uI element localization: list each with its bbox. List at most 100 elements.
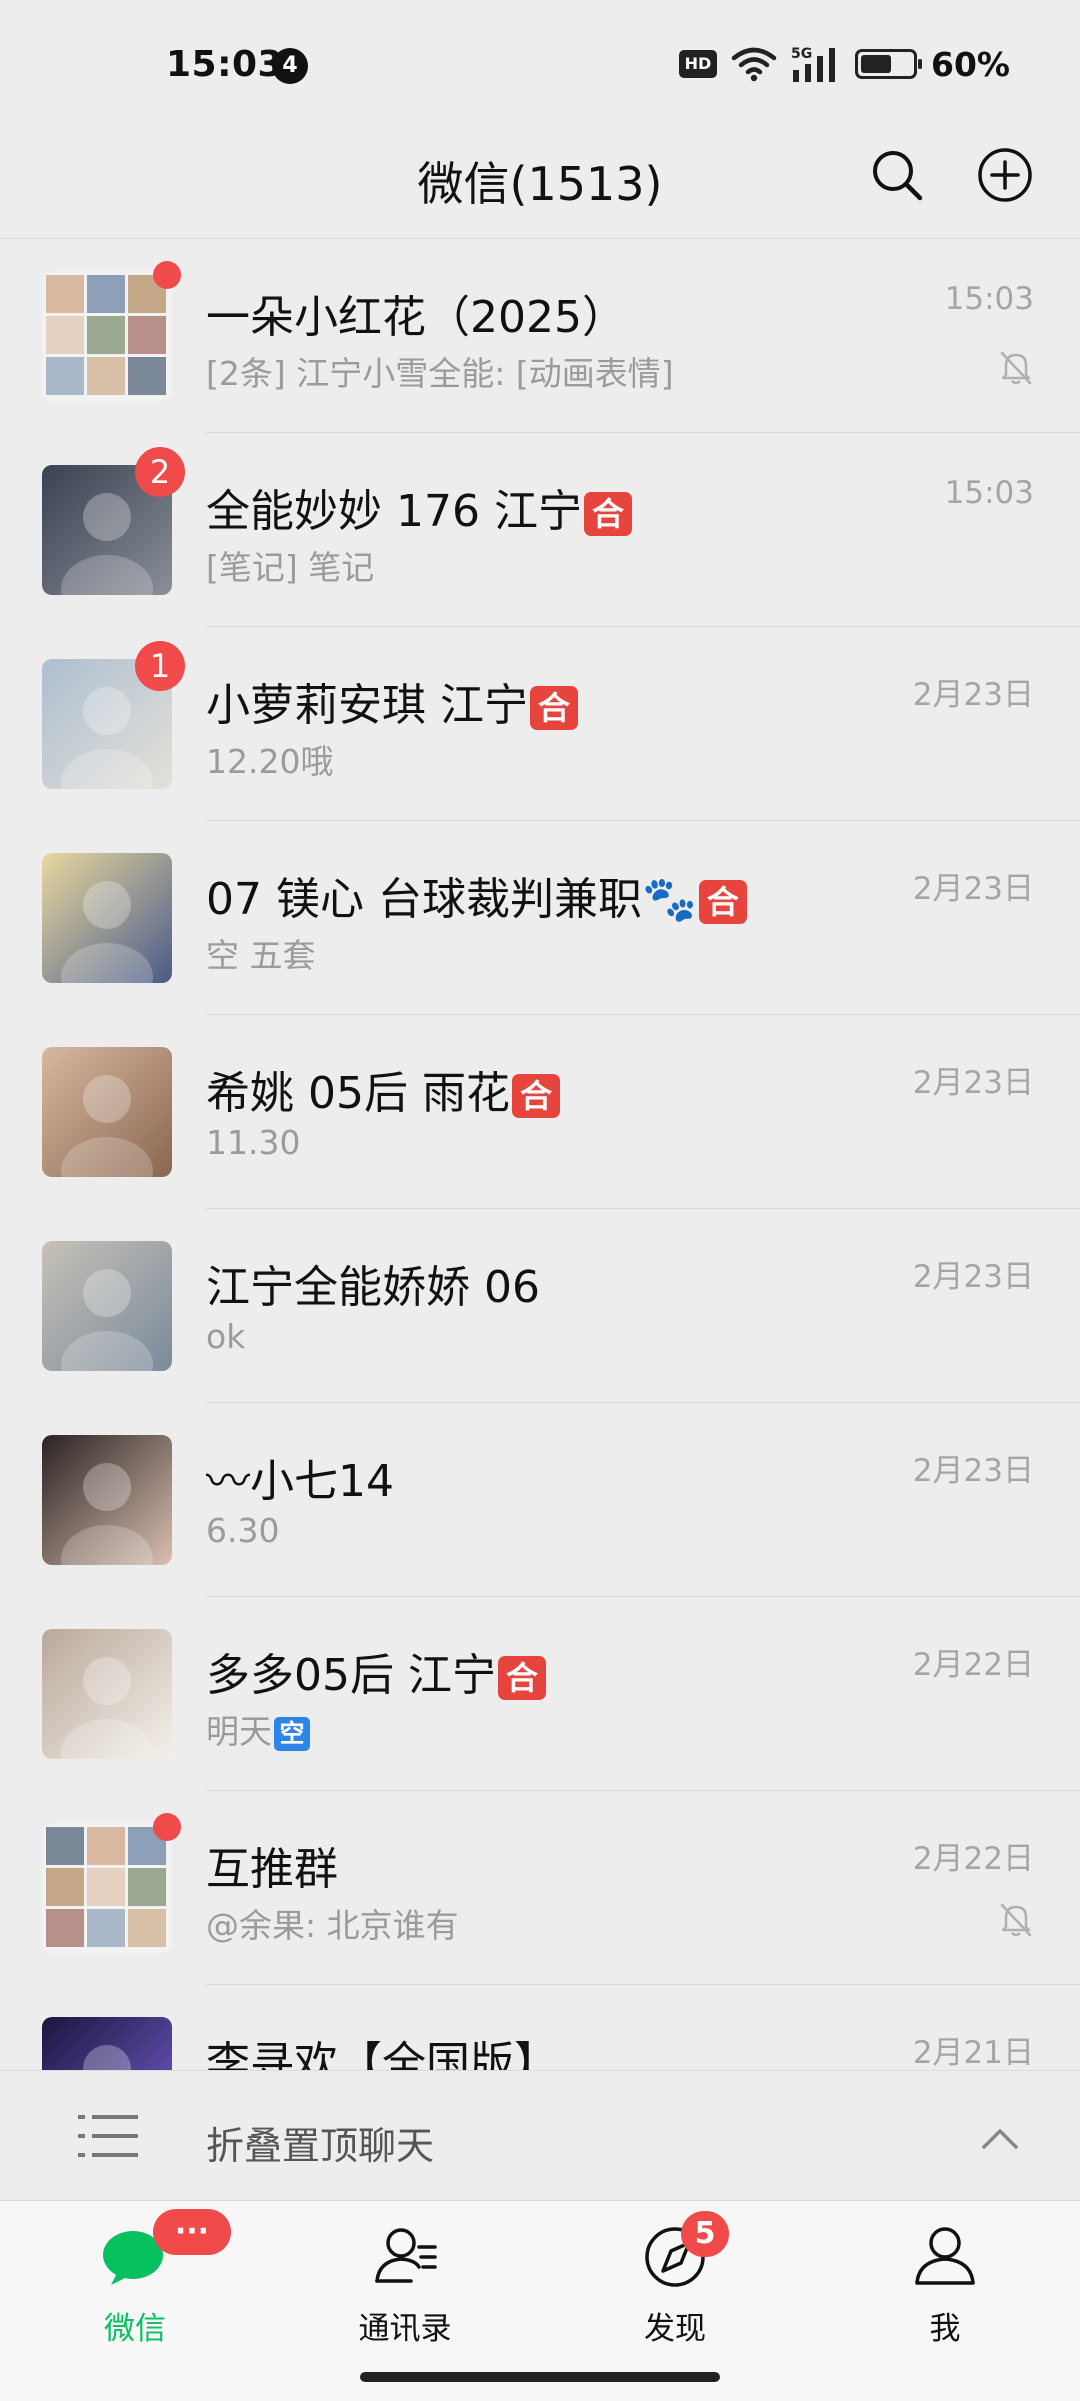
- fold-pinned-bar[interactable]: 折叠置顶聊天: [0, 2070, 1080, 2201]
- chat-row[interactable]: 一朵小红花（2025） [2条] 江宁小雪全能: [动画表情] 15:03: [0, 239, 1080, 433]
- unread-badge: 1: [135, 641, 185, 691]
- chat-name-text: 互推群: [206, 1844, 338, 1895]
- avatar[interactable]: [42, 2017, 172, 2071]
- he-emoji-tag: 合: [698, 880, 747, 924]
- chat-preview-text: 11.30: [206, 1123, 301, 1162]
- signal-5g-icon: 5G: [791, 46, 835, 82]
- status-icons: HD 5G 60%: [679, 42, 1010, 86]
- chat-preview-text: ok: [206, 1317, 246, 1356]
- tab-me[interactable]: 我: [855, 2219, 1035, 2347]
- chat-preview: [笔记] 笔记: [206, 541, 374, 589]
- avatar[interactable]: [42, 1241, 172, 1371]
- chat-preview-text: [笔记] 笔记: [206, 548, 375, 587]
- chat-preview-text: 6.30: [206, 1511, 280, 1550]
- chat-name: 李寻欢【全国版】: [206, 2027, 558, 2071]
- chat-row[interactable]: 2 全能妙妙 176 江宁合 [笔记] 笔记 15:03: [0, 433, 1080, 627]
- tab-contacts[interactable]: 通讯录: [315, 2219, 495, 2347]
- chat-time: 15:03: [944, 281, 1034, 317]
- chat-name-text: 多多05后 江宁: [206, 1650, 496, 1701]
- chat-preview: ok: [206, 1317, 245, 1356]
- he-emoji-tag: 合: [511, 1074, 560, 1118]
- chat-name: 江宁全能娇娇 06: [206, 1251, 540, 1315]
- battery-fill: [861, 55, 891, 73]
- chat-row[interactable]: 07 镁心 台球裁判兼职🐾 合空 五套 2月23日: [0, 821, 1080, 1015]
- tab-chats-label: 微信: [104, 2311, 166, 2347]
- chat-name: 希姚 05后 雨花合: [206, 1057, 560, 1121]
- status-bar: 15:03 4 HD 5G 60%: [0, 0, 1080, 120]
- chat-name-text: 全能妙妙 176 江宁: [206, 486, 582, 537]
- bottom-tab-bar: ··· 微信 通讯录 5 发现 我: [0, 2200, 1080, 2401]
- chat-name-text: 07 镁心 台球裁判兼职🐾: [206, 874, 697, 925]
- chat-preview-text: @余果: 北京谁有: [206, 1906, 459, 1945]
- tab-discover[interactable]: 5 发现: [585, 2211, 765, 2347]
- chevron-up-icon[interactable]: [978, 2117, 1022, 2157]
- chat-name-text: 希姚 05后 雨花: [206, 1068, 510, 1119]
- chat-time: 2月23日: [912, 677, 1034, 713]
- chat-preview-text: 12.20哦: [206, 742, 334, 781]
- contacts-icon: [375, 2228, 437, 2283]
- chat-preview: @余果: 北京谁有: [206, 1899, 459, 1947]
- battery-percent: 60%: [931, 44, 1010, 84]
- avatar[interactable]: [42, 1823, 172, 1953]
- chat-name-text: 小萝莉安琪 江宁: [206, 680, 528, 731]
- chat-name: 小萝莉安琪 江宁合: [206, 669, 578, 733]
- chat-time: 2月21日: [912, 2035, 1034, 2071]
- he-emoji-tag: 合: [530, 686, 578, 730]
- chat-row[interactable]: 多多05后 江宁合明天空 2月22日: [0, 1597, 1080, 1791]
- chat-time: 2月22日: [912, 1841, 1034, 1877]
- tab-chats[interactable]: ··· 微信: [45, 2209, 231, 2347]
- chat-name-text: 江宁全能娇娇 06: [206, 1262, 540, 1313]
- chat-preview: 空 五套: [206, 929, 316, 977]
- unread-dot: [153, 1813, 181, 1841]
- tab-discover-badge: 5: [681, 2211, 729, 2257]
- chat-time: 2月23日: [912, 871, 1034, 907]
- battery-icon: [855, 49, 922, 79]
- chat-preview: 6.30: [206, 1511, 279, 1550]
- chat-name: 一朵小红花（2025）: [206, 281, 626, 345]
- chat-name: 互推群: [206, 1833, 338, 1897]
- chat-row[interactable]: 李寻欢【全国版】 2月21日: [0, 1985, 1080, 2071]
- chat-time: 2月23日: [912, 1065, 1034, 1101]
- plus-circle-icon: [978, 148, 1032, 202]
- chat-preview: 12.20哦: [206, 735, 333, 783]
- chat-time: 15:03: [944, 475, 1034, 511]
- chat-row[interactable]: 希姚 05后 雨花合 11.30 2月23日: [0, 1015, 1080, 1209]
- chat-row[interactable]: 〰小七14 6.30 2月23日: [0, 1403, 1080, 1597]
- he-emoji-tag: 合: [497, 1656, 546, 1700]
- chat-preview-text: [2条] 江宁小雪全能: [动画表情]: [206, 354, 674, 393]
- mute-bell-icon: [1000, 351, 1032, 385]
- unread-dot: [153, 261, 181, 289]
- avatar[interactable]: [42, 1629, 172, 1759]
- chat-row[interactable]: 互推群 @余果: 北京谁有 2月22日: [0, 1791, 1080, 1985]
- tab-discover-label: 发现: [644, 2311, 706, 2347]
- chat-row[interactable]: 1 小萝莉安琪 江宁合 12.20哦 2月23日: [0, 627, 1080, 821]
- tab-me-label: 我: [929, 2311, 961, 2347]
- mute-bell-icon: [1000, 1903, 1032, 1937]
- add-button[interactable]: [972, 142, 1038, 208]
- chat-name-text: 〰小七14: [206, 1456, 394, 1507]
- chat-preview-text: 空 五套: [206, 936, 316, 975]
- chat-time: 2月23日: [912, 1453, 1034, 1489]
- chat-preview: 明天空: [206, 1705, 310, 1753]
- unread-badge: 2: [135, 447, 185, 497]
- network-type: 5G: [791, 46, 812, 62]
- chat-time: 2月23日: [912, 1259, 1034, 1295]
- avatar[interactable]: [42, 1047, 172, 1177]
- chat-preview: [2条] 江宁小雪全能: [动画表情]: [206, 347, 674, 395]
- chat-list[interactable]: 一朵小红花（2025） [2条] 江宁小雪全能: [动画表情] 15:03 2 全能妙妙…: [0, 238, 1080, 2071]
- chat-preview-text: 明天: [206, 1712, 272, 1751]
- chat-preview: 11.30: [206, 1123, 300, 1162]
- avatar[interactable]: [42, 271, 172, 401]
- avatar[interactable]: [42, 1435, 172, 1565]
- he-emoji-tag: 合: [583, 492, 632, 536]
- search-button[interactable]: [864, 142, 930, 208]
- kong-emoji-tag: 空: [274, 1716, 310, 1751]
- chat-time: 2月22日: [912, 1647, 1034, 1683]
- person-icon: [915, 2227, 975, 2285]
- list-icon: [78, 2115, 138, 2157]
- fold-pinned-label: 折叠置顶聊天: [206, 2124, 435, 2168]
- avatar[interactable]: [42, 853, 172, 983]
- home-indicator[interactable]: [360, 2372, 720, 2382]
- chat-row[interactable]: 江宁全能娇娇 06 ok 2月23日: [0, 1209, 1080, 1403]
- chat-name: 全能妙妙 176 江宁合: [206, 475, 632, 539]
